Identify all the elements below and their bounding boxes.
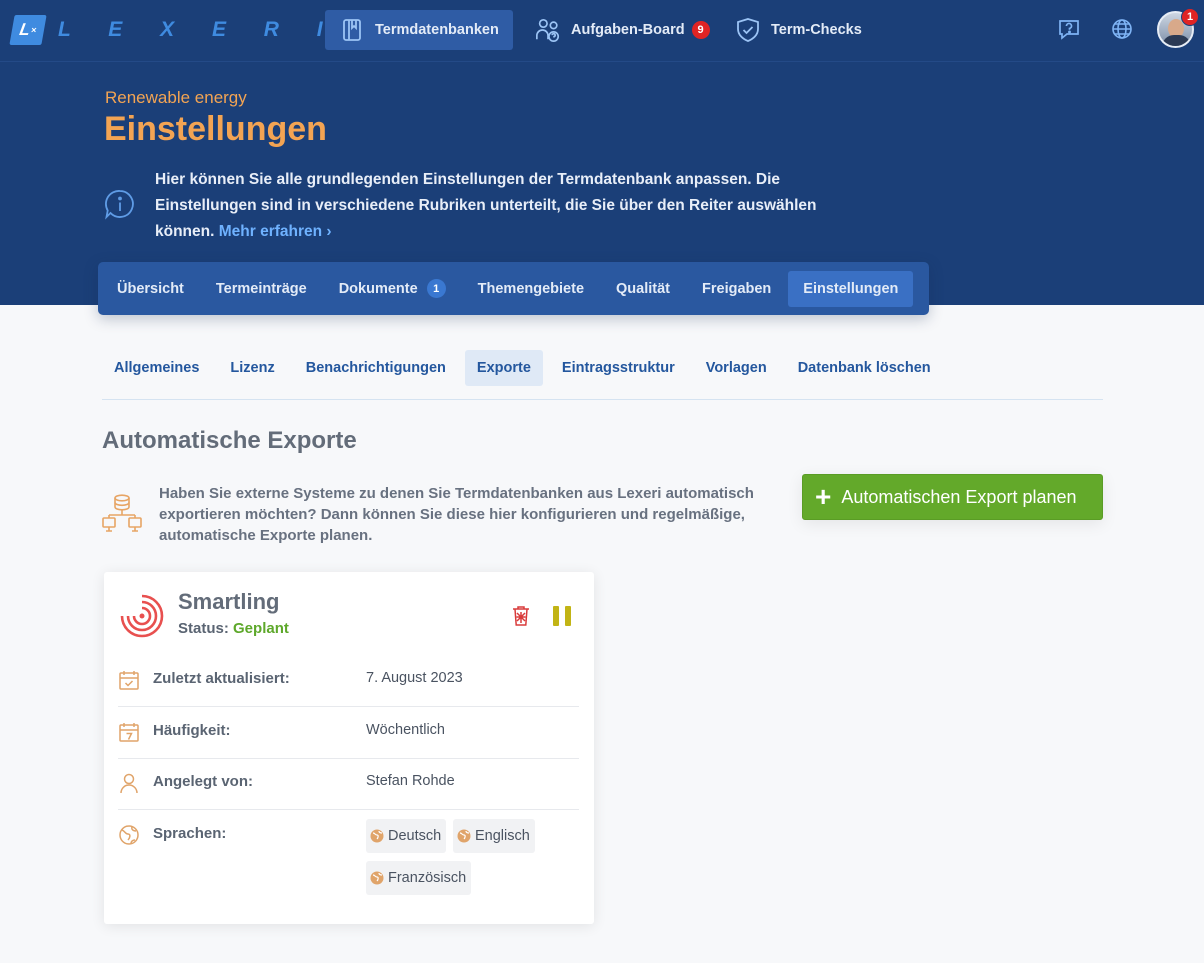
notification-badge: 9 — [691, 21, 710, 39]
calendar-7-icon — [118, 721, 140, 743]
nav-aufgaben-board[interactable]: Aufgaben-Board 9 — [535, 10, 710, 50]
book-icon — [339, 17, 365, 43]
calendar-check-icon — [118, 669, 140, 691]
export-status: Status: Geplant — [178, 620, 289, 637]
main-tabs: Übersicht Termeinträge Dokumente 1 Themen… — [98, 262, 929, 315]
info-text: Hier können Sie alle grundlegenden Einst… — [155, 167, 825, 245]
detail-row-frequency: Häufigkeit: Wöchentlich — [118, 721, 579, 761]
shield-check-icon — [735, 17, 761, 43]
language-chip-franzoesisch: Französisch — [366, 861, 472, 895]
tab-label: Termeinträge — [215, 280, 307, 297]
row-label: Angelegt von: — [153, 773, 253, 790]
tab-label: Dokumente — [338, 280, 418, 297]
row-divider — [118, 706, 579, 707]
section-title: Automatische Exporte — [102, 427, 357, 454]
row-value: Wöchentlich — [366, 722, 445, 738]
breadcrumb[interactable]: Renewable energy — [105, 88, 247, 108]
smartling-logo-icon — [118, 592, 166, 640]
row-value: Stefan Rohde — [366, 773, 455, 789]
subnav-eintragsstruktur[interactable]: Eintragsstruktur — [550, 350, 687, 386]
nav-term-checks[interactable]: Term-Checks — [735, 10, 862, 50]
help-icon[interactable] — [1057, 17, 1081, 41]
nav-label: Term-Checks — [771, 22, 862, 38]
tab-label: Einstellungen — [803, 280, 899, 297]
globe-icon — [370, 871, 384, 885]
row-divider — [118, 758, 579, 759]
users-question-icon — [535, 17, 561, 43]
lexeri-logo[interactable]: L × L E X E R I — [9, 14, 339, 46]
subnav-allgemeines[interactable]: Allgemeines — [102, 350, 211, 386]
info-icon — [104, 189, 136, 221]
tab-freigaben[interactable]: Freigaben — [687, 271, 786, 307]
nav-label: Termdatenbanken — [375, 22, 499, 38]
row-label: Häufigkeit: — [153, 722, 231, 739]
page-title: Einstellungen — [104, 110, 327, 148]
button-label: Automatischen Export planen — [841, 486, 1077, 507]
section-description: Haben Sie externe Systeme zu denen Sie T… — [159, 485, 754, 544]
subnav-datenbank-loeschen[interactable]: Datenbank löschen — [786, 350, 943, 386]
detail-row-updated: Zuletzt aktualisiert: 7. August 2023 — [118, 669, 579, 709]
detail-row-creator: Angelegt von: Stefan Rohde — [118, 772, 579, 812]
subnav-vorlagen[interactable]: Vorlagen — [694, 350, 779, 386]
tab-label: Qualität — [616, 280, 670, 297]
avatar-notification-badge: 1 — [1181, 8, 1199, 26]
subnav-exporte[interactable]: Exporte — [464, 350, 543, 386]
tab-uebersicht[interactable]: Übersicht — [102, 271, 199, 307]
globe-icon — [118, 824, 140, 846]
tab-themengebiete[interactable]: Themengebiete — [463, 271, 599, 307]
tab-einstellungen[interactable]: Einstellungen — [788, 270, 914, 307]
settings-subnav: Allgemeines Lizenz Benachrichtigungen Ex… — [102, 350, 950, 386]
tab-label: Übersicht — [117, 280, 184, 297]
globe-icon — [457, 829, 471, 843]
more-info-link[interactable]: Mehr erfahren › — [219, 223, 332, 240]
tab-label: Themengebiete — [477, 280, 585, 297]
nav-termdatenbanken[interactable]: Termdatenbanken — [325, 10, 513, 50]
subnav-benachrichtigungen[interactable]: Benachrichtigungen — [294, 350, 458, 386]
row-label: Sprachen: — [153, 825, 227, 842]
top-navigation-bar: L × L E X E R I Termdatenbanken Aufgaben-… — [0, 0, 1204, 62]
tab-dokumente[interactable]: Dokumente 1 — [324, 271, 461, 307]
language-label: Französisch — [388, 870, 467, 886]
language-chip-deutsch: Deutsch — [366, 819, 447, 853]
plan-export-button[interactable]: + Automatischen Export planen — [802, 474, 1103, 520]
logo-wordmark: L E X E R I — [58, 18, 339, 41]
pause-icon[interactable] — [553, 606, 571, 626]
status-value: Geplant — [233, 620, 289, 637]
globe-icon — [370, 829, 384, 843]
tab-qualitaet[interactable]: Qualität — [601, 271, 685, 307]
language-label: Englisch — [475, 828, 530, 844]
row-divider — [118, 809, 579, 810]
export-name: Smartling — [178, 589, 280, 614]
database-network-icon — [102, 494, 142, 534]
delete-icon[interactable] — [511, 605, 531, 627]
language-chip-englisch: Englisch — [453, 819, 535, 853]
row-label: Zuletzt aktualisiert: — [153, 670, 290, 687]
divider — [102, 399, 1103, 400]
tab-label: Freigaben — [702, 280, 772, 297]
row-value: 7. August 2023 — [366, 670, 463, 686]
logo-mark: L × — [9, 15, 47, 45]
tab-termeintraege[interactable]: Termeinträge — [201, 271, 322, 307]
export-card: Smartling Status: Geplant Zuletzt aktual… — [104, 572, 594, 924]
user-icon — [118, 772, 140, 794]
plus-icon: + — [815, 481, 832, 512]
status-label: Status: — [178, 620, 229, 637]
nav-label: Aufgaben-Board — [571, 22, 685, 38]
tab-count-badge: 1 — [426, 279, 446, 298]
language-label: Deutsch — [388, 828, 442, 844]
globe-icon[interactable] — [1110, 17, 1134, 41]
subnav-lizenz[interactable]: Lizenz — [218, 350, 286, 386]
